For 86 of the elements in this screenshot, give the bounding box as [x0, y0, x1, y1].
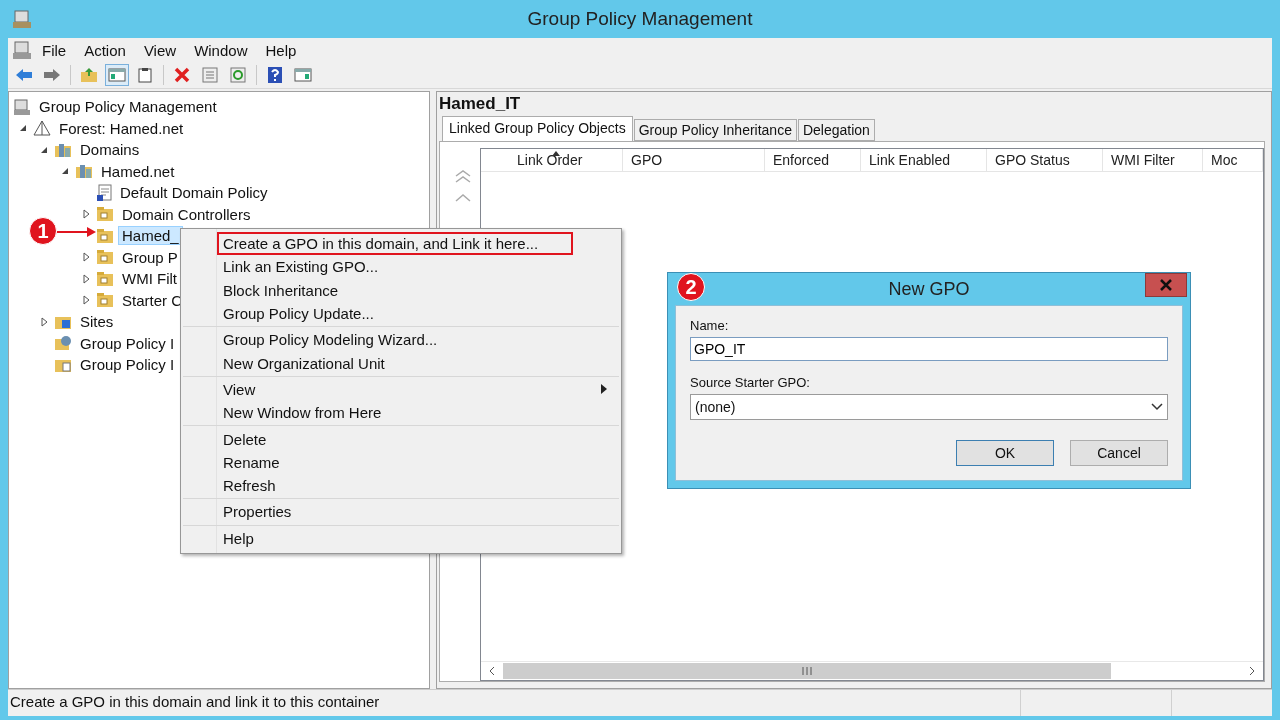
menu-item[interactable]: Block Inheritance	[217, 278, 619, 302]
column-header[interactable]: Link Enabled	[861, 149, 987, 171]
menu-item[interactable]: Refresh	[217, 473, 619, 498]
collapsed-icon[interactable]	[80, 272, 92, 285]
clipboard-icon	[138, 67, 152, 83]
folder-icon	[96, 227, 114, 244]
app-icon	[12, 9, 32, 29]
scroll-right-icon[interactable]	[1248, 666, 1256, 676]
action-pane-icon	[294, 68, 312, 82]
column-header[interactable]: WMI Filter	[1103, 149, 1203, 171]
menu-item[interactable]: Group Policy Update...	[217, 301, 619, 326]
menu-item[interactable]: Help	[257, 39, 305, 61]
menu-item[interactable]: Create a GPO in this domain, and Link it here...	[217, 232, 573, 256]
column-header[interactable]: GPO	[623, 149, 765, 171]
menu-item[interactable]: Link an Existing GPO...	[217, 255, 619, 279]
domain-icon	[75, 163, 93, 180]
column-header[interactable]: Moc	[1203, 149, 1263, 171]
folder-icon	[96, 292, 114, 309]
tree-item[interactable]: Default Domain Policy	[116, 183, 272, 203]
console-icon	[13, 97, 31, 116]
tab[interactable]: Delegation	[797, 119, 875, 141]
modeling-icon	[54, 335, 72, 352]
help-icon	[268, 67, 282, 83]
close-button[interactable]	[1145, 273, 1187, 297]
horizontal-scrollbar[interactable]	[481, 661, 1263, 680]
collapsed-icon[interactable]	[80, 294, 92, 307]
grip-icon	[801, 667, 813, 675]
column-header[interactable]: Enforced	[765, 149, 861, 171]
field-label: Name:	[690, 318, 730, 333]
chevron-down-icon	[1151, 403, 1163, 411]
tree-item[interactable]: WMI Filt	[118, 269, 181, 289]
tree-item[interactable]: Domains	[76, 140, 144, 160]
pane-title: Hamed_IT	[439, 94, 522, 114]
menu-item[interactable]: Action	[76, 39, 134, 61]
back-arrow-icon	[15, 68, 33, 82]
column-header[interactable]: GPO Status	[987, 149, 1103, 171]
field-label: Source Starter GPO:	[690, 375, 811, 390]
scroll-left-icon[interactable]	[488, 666, 496, 676]
status-text: Create a GPO in this domain and link it to this container	[9, 692, 381, 712]
tree-item[interactable]: Forest: Hamed.net	[55, 118, 188, 138]
source-dropdown[interactable]: (none)	[690, 394, 1168, 420]
triangle-icon	[33, 120, 51, 137]
delete-icon	[174, 67, 190, 83]
collapsed-icon[interactable]	[80, 251, 92, 264]
dialog-button[interactable]: Cancel	[1070, 440, 1168, 466]
properties-icon	[202, 67, 218, 83]
collapsed-icon[interactable]	[80, 208, 92, 221]
column-header[interactable]: Link Order	[481, 149, 623, 171]
domain-icon	[54, 141, 72, 158]
menu-item[interactable]: View	[217, 377, 619, 402]
forward-arrow-icon	[43, 68, 61, 82]
folder-up-icon	[80, 67, 98, 83]
menu-item[interactable]: Rename	[217, 450, 619, 474]
folder-icon	[96, 270, 114, 287]
tree-item[interactable]: Hamed_	[118, 226, 183, 246]
folder-icon	[96, 206, 114, 223]
menu-item[interactable]: New Organizational Unit	[217, 351, 619, 375]
menu-item[interactable]: File	[34, 39, 75, 61]
menu-item[interactable]: Window	[186, 39, 256, 61]
menu-item[interactable]: New Window from Here	[217, 401, 619, 425]
tree-item[interactable]: Hamed.net	[97, 161, 179, 181]
dialog-title: New GPO	[888, 278, 970, 300]
dialog-button[interactable]: OK	[956, 440, 1054, 466]
menu-item[interactable]: View	[135, 39, 185, 61]
refresh-icon	[230, 67, 246, 83]
tree-item[interactable]: Group Policy I	[76, 333, 179, 353]
console-icon	[12, 40, 32, 60]
menu-item[interactable]: Delete	[217, 427, 619, 451]
annotation-arrow	[57, 226, 97, 238]
collapsed-icon[interactable]	[38, 315, 50, 328]
tree-item[interactable]: Sites	[76, 312, 118, 332]
close-icon	[1160, 279, 1172, 291]
menu-item[interactable]: Properties	[217, 500, 619, 524]
tree-item[interactable]: Group Policy I	[76, 355, 179, 375]
window-title: Group Policy Management	[526, 8, 754, 30]
tab[interactable]: Group Policy Inheritance	[633, 119, 797, 141]
tab[interactable]: Linked Group Policy Objects	[442, 116, 633, 141]
tree-item[interactable]: Domain Controllers	[118, 204, 255, 224]
tree-item[interactable]: Group P	[118, 247, 182, 267]
menu-item[interactable]: Group Policy Modeling Wizard...	[217, 328, 619, 352]
scroll-document-icon	[96, 183, 112, 202]
menu-item[interactable]: Help	[217, 526, 619, 550]
tree-item[interactable]: Group Policy Management	[35, 97, 221, 117]
console-tree-icon	[108, 68, 126, 82]
folder-icon	[96, 249, 114, 266]
name-field[interactable]: GPO_IT	[690, 337, 1168, 361]
